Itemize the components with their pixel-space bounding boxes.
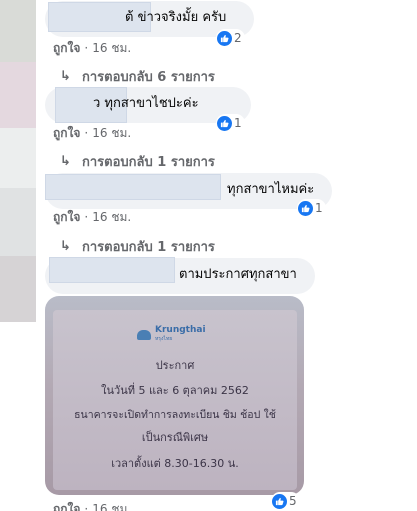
- reaction-count[interactable]: 1: [297, 199, 326, 217]
- comment-bubble[interactable]: ทุกสาขาไหมค่ะ: [45, 173, 332, 209]
- avatar: [0, 0, 36, 62]
- like-thumb-icon: [217, 30, 232, 46]
- like-link[interactable]: ถูกใจ: [53, 210, 80, 224]
- comment-meta: ถูกใจ · 16 ชม.: [53, 210, 132, 224]
- reaction-number: 1: [234, 116, 242, 130]
- announcement-paper: Krungthai หรุงไทย ประกาศ ในวันที่ 5 และ …: [53, 310, 297, 490]
- avatar: [0, 62, 36, 128]
- like-link[interactable]: ถูกใจ: [53, 502, 80, 511]
- timestamp[interactable]: 16 ชม.: [92, 126, 131, 140]
- reply-arrow-icon: ↳: [60, 239, 71, 254]
- bank-logo: Krungthai หรุงไทย: [137, 326, 206, 343]
- reaction-number: 2: [234, 31, 242, 45]
- timestamp[interactable]: 16 ชม.: [92, 502, 131, 511]
- reaction-number: 5: [289, 494, 297, 508]
- comment-meta: ถูกใจ · 16 ชม.: [53, 41, 132, 55]
- like-thumb-icon: [217, 115, 232, 131]
- like-thumb-icon: [298, 200, 313, 216]
- like-thumb-icon: [272, 493, 287, 509]
- reply-arrow-icon: ↳: [60, 69, 71, 84]
- comment-text: ว ทุกสาขาไชปะค่ะ: [93, 96, 199, 111]
- view-replies-link[interactable]: ↳ การตอบกลับ 6 รายการ: [60, 66, 215, 87]
- view-replies-link[interactable]: ↳ การตอบกลับ 1 รายการ: [60, 236, 215, 257]
- comment-meta: ถูกใจ · 16 ชม.: [53, 500, 131, 511]
- reply-arrow-icon: ↳: [60, 154, 71, 169]
- comment-meta: ถูกใจ · 16 ชม.: [53, 126, 132, 140]
- like-link[interactable]: ถูกใจ: [53, 41, 80, 55]
- timestamp[interactable]: 16 ชม.: [92, 41, 131, 55]
- like-link[interactable]: ถูกใจ: [53, 126, 80, 140]
- reaction-number: 1: [315, 201, 323, 215]
- view-replies-link[interactable]: ↳ การตอบกลับ 1 รายการ: [60, 151, 215, 172]
- avatar: [0, 188, 36, 256]
- timestamp[interactable]: 16 ชม.: [92, 210, 131, 224]
- bank-logo-icon: [137, 329, 151, 340]
- avatar: [0, 128, 36, 188]
- replies-label: การตอบกลับ 6 รายการ: [82, 70, 215, 85]
- reaction-count[interactable]: 1: [216, 114, 245, 132]
- author-name-redacted[interactable]: [49, 257, 175, 283]
- notice-heading: ประกาศ: [155, 359, 195, 372]
- comment-text: ต้ ข่าวจริงมั้ย ครับ: [125, 10, 227, 25]
- avatar: [0, 256, 36, 322]
- notice-line: ในวันที่ 5 และ 6 ตุลาคม 2562: [101, 384, 249, 397]
- comment-text: ทุกสาขาไหมค่ะ: [227, 182, 315, 197]
- avatar-column: [0, 0, 36, 322]
- logo-subtext: หรุงไทย: [155, 336, 173, 342]
- notice-line: ธนาคารจะเปิดทำการลงทะเบียน ชิม ช้อป ใช้: [74, 409, 276, 421]
- reaction-count[interactable]: 5: [271, 492, 300, 510]
- replies-label: การตอบกลับ 1 รายการ: [82, 155, 215, 170]
- reaction-count[interactable]: 2: [216, 29, 245, 47]
- comment-bubble[interactable]: ตามประกาศทุกสาขา: [45, 257, 315, 294]
- notice-line: เวลาตั้งแต่ 8.30-16.30 น.: [111, 457, 239, 470]
- comment-text: ตามประกาศทุกสาขา: [179, 267, 297, 282]
- logo-text: Krungthai: [155, 325, 206, 335]
- attached-photo[interactable]: Krungthai หรุงไทย ประกาศ ในวันที่ 5 และ …: [45, 296, 304, 495]
- replies-label: การตอบกลับ 1 รายการ: [82, 240, 215, 255]
- author-name-redacted[interactable]: [45, 174, 221, 200]
- notice-line: เป็นกรณีพิเศษ: [141, 431, 209, 444]
